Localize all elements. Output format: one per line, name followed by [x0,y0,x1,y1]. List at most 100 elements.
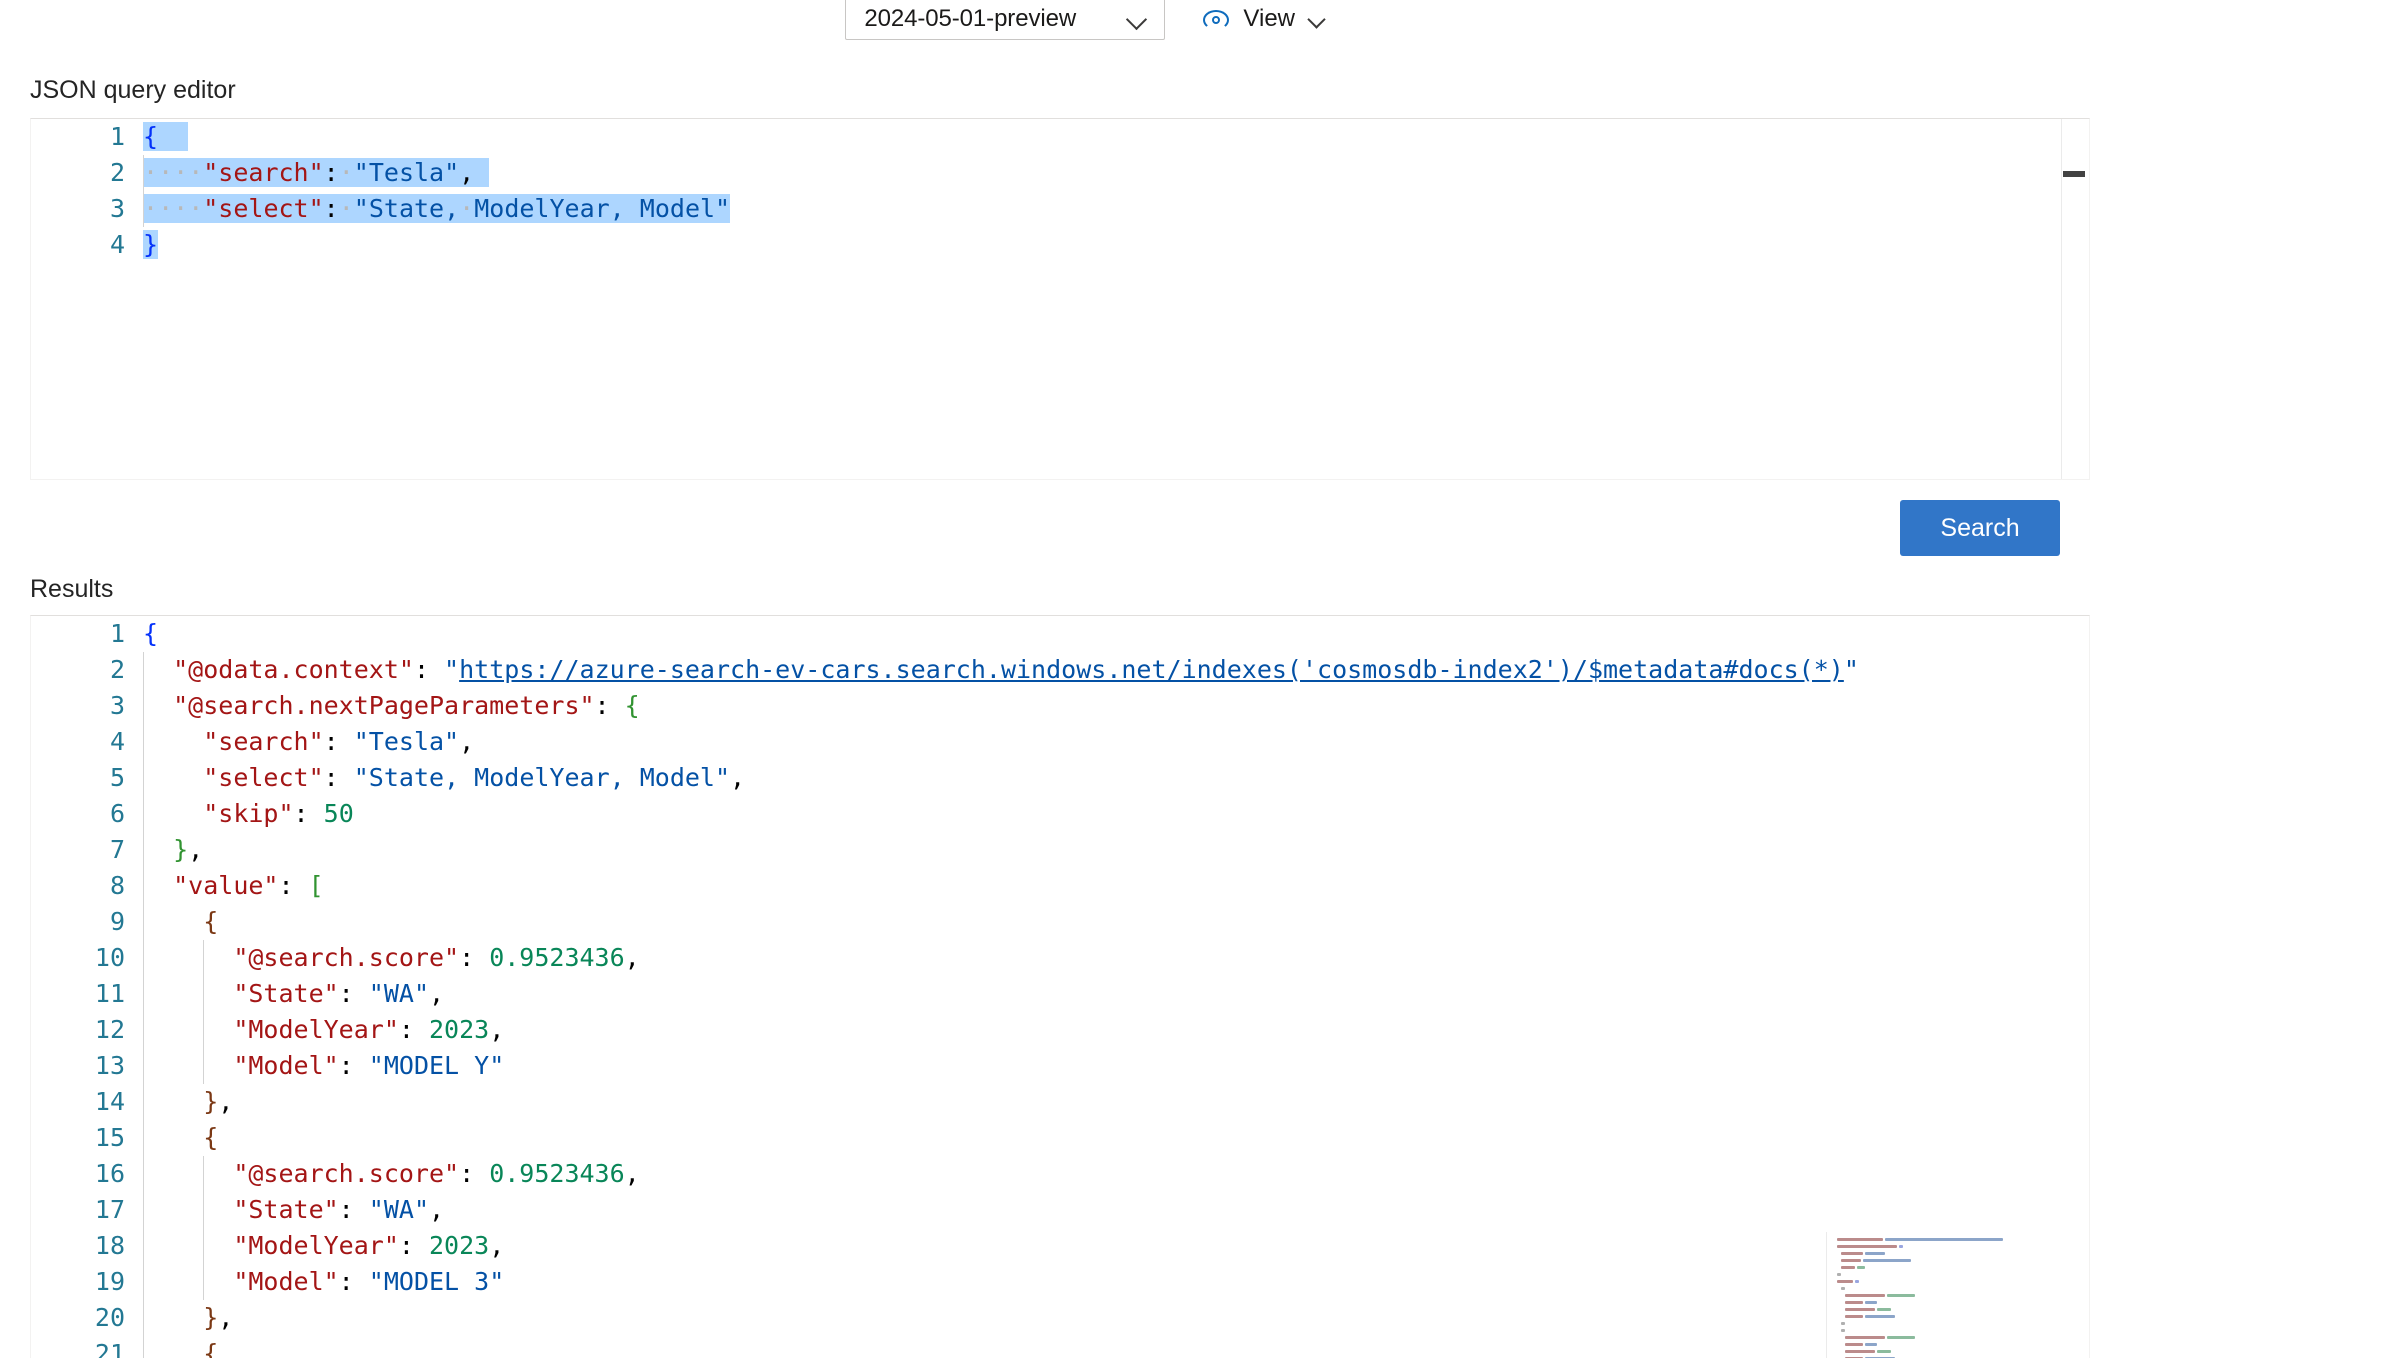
line-number: 10 [94,943,125,972]
view-button-label: View [1243,5,1295,32]
view-button[interactable]: View [1195,0,1333,40]
table-row[interactable]: 7 }, [31,832,2089,868]
search-button[interactable]: Search [1900,500,2060,556]
minimap-line [1835,1334,2064,1341]
minimap-line [1835,1327,2064,1334]
modelyear-value: 2023 [429,1231,490,1260]
line-number: 19 [94,1267,125,1296]
minimap-line [1835,1348,2064,1355]
modelyear-value: 2023 [429,1015,490,1044]
results-overview-ruler[interactable] [2061,616,2089,1358]
table-row[interactable]: 2 "@odata.context": "https://azure-searc… [31,652,2089,688]
chevron-down-icon [1307,9,1327,29]
table-row[interactable]: 21 { [31,1336,2089,1358]
line-number: 3 [109,691,125,720]
code-line[interactable]: 2 ····"search":·"Tesla", [31,155,2089,191]
table-row[interactable]: 18 "ModelYear": 2023, [31,1228,2089,1264]
table-row[interactable]: 19 "Model": "MODEL 3" [31,1264,2089,1300]
table-row[interactable]: 20 }, [31,1300,2089,1336]
top-toolbar: 2024-05-01-preview View [0,0,2388,44]
line-content: { [143,619,159,648]
minimap-line [1835,1320,2064,1327]
table-row[interactable]: 8 "value": [ [31,868,2089,904]
minimap-content [1827,1232,2064,1358]
minimap-line [1835,1243,2064,1250]
line-content: "@search.score": 0.9523436, [143,940,640,976]
line-number: 1 [109,619,125,648]
line-number: 7 [109,835,125,864]
line-number: 12 [94,1015,125,1044]
minimap-line [1835,1271,2064,1278]
minimap-line [1835,1313,2064,1320]
search-score-value: 0.9523436 [489,943,625,972]
line-content: "Model": "MODEL Y" [143,1048,504,1084]
results-code-area[interactable]: 1 { 2 "@odata.context": "https://azure-s… [31,616,2089,1358]
line-content: "search": "Tesla", [143,724,474,760]
json-query-editor[interactable]: 1 { 2 ····"search":·"Tesla", 3 ····"sele… [30,118,2090,480]
line-number: 16 [94,1159,125,1188]
line-number: 5 [109,763,125,792]
api-version-dropdown[interactable]: 2024-05-01-preview [845,0,1166,40]
line-number: 3 [109,194,125,223]
table-row[interactable]: 9 { [31,904,2089,940]
line-content: { [143,904,218,940]
line-content: "State": "WA", [143,1192,444,1228]
line-number: 13 [94,1051,125,1080]
table-row[interactable]: 11 "State": "WA", [31,976,2089,1012]
code-line[interactable]: 1 { [31,119,2089,155]
minimap-line [1835,1299,2064,1306]
minimap-line [1835,1292,2064,1299]
line-number: 14 [94,1087,125,1116]
line-number: 21 [94,1339,125,1358]
line-content: { [143,1336,218,1358]
table-row[interactable]: 15 { [31,1120,2089,1156]
table-row[interactable]: 16 "@search.score": 0.9523436, [31,1156,2089,1192]
editor-overview-ruler[interactable] [2061,119,2089,479]
results-label: Results [30,575,114,603]
scrollbar-thumb[interactable] [2063,171,2085,177]
eye-icon [1201,8,1231,30]
code-line[interactable]: 3 ····"select":·"State,·ModelYear, Model… [31,191,2089,227]
line-content: "@search.nextPageParameters": { [143,688,640,724]
odata-context-link[interactable]: https://azure-search-ev-cars.search.wind… [459,655,1844,684]
table-row[interactable]: 13 "Model": "MODEL Y" [31,1048,2089,1084]
line-content: "select": "State, ModelYear, Model", [143,760,745,796]
line-content: "ModelYear": 2023, [143,1012,504,1048]
table-row[interactable]: 6 "skip": 50 [31,796,2089,832]
line-number: 2 [109,158,125,187]
line-content: }, [143,832,203,868]
line-number: 18 [94,1231,125,1260]
model-value: MODEL Y [383,1051,490,1080]
table-row[interactable]: 10 "@search.score": 0.9523436, [31,940,2089,976]
json-query-editor-label: JSON query editor [30,76,236,104]
line-content: }, [143,1300,233,1336]
table-row[interactable]: 17 "State": "WA", [31,1192,2089,1228]
minimap-line [1835,1306,2064,1313]
state-value: WA [383,1195,414,1224]
results-editor[interactable]: 1 { 2 "@odata.context": "https://azure-s… [30,615,2090,1358]
table-row[interactable]: 1 { [31,616,2089,652]
line-content: "State": "WA", [143,976,444,1012]
line-content: }, [143,1084,233,1120]
table-row[interactable]: 4 "search": "Tesla", [31,724,2089,760]
minimap-line [1835,1278,2064,1285]
line-number: 15 [94,1123,125,1152]
line-content: "value": [ [143,868,324,904]
table-row[interactable]: 3 "@search.nextPageParameters": { [31,688,2089,724]
minimap-line [1835,1250,2064,1257]
query-code-area[interactable]: 1 { 2 ····"search":·"Tesla", 3 ····"sele… [31,119,2089,479]
table-row[interactable]: 14 }, [31,1084,2089,1120]
line-number: 20 [94,1303,125,1332]
line-number: 4 [109,230,125,259]
line-content: { [143,1120,218,1156]
table-row[interactable]: 5 "select": "State, ModelYear, Model", [31,760,2089,796]
results-minimap[interactable] [1826,1232,2064,1358]
line-content: "Model": "MODEL 3" [143,1264,504,1300]
line-number: 11 [94,979,125,1008]
table-row[interactable]: 12 "ModelYear": 2023, [31,1012,2089,1048]
code-line[interactable]: 4 } [31,227,2089,263]
minimap-line [1835,1285,2064,1292]
chevron-down-icon [1126,8,1148,30]
line-content: } [143,230,159,259]
line-number: 8 [109,871,125,900]
